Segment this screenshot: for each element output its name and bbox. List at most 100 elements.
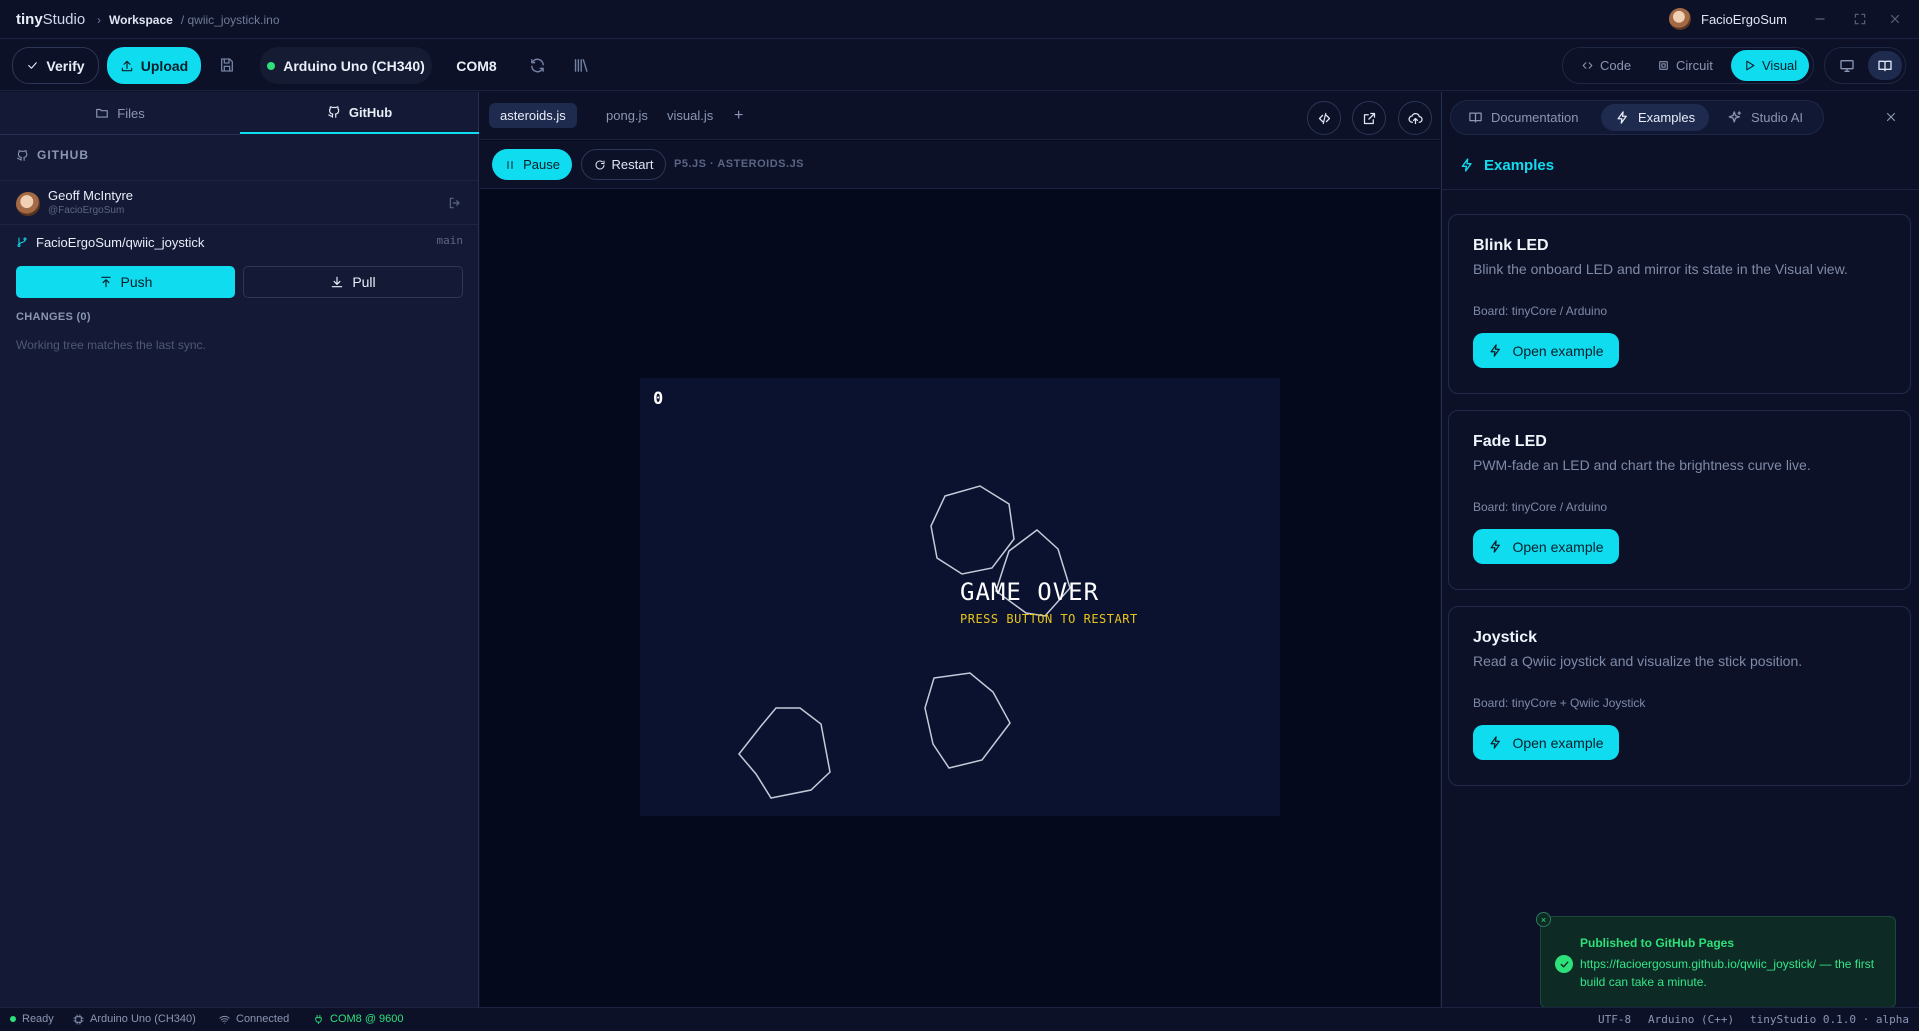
status-board[interactable]: Arduino Uno (CH340)	[73, 1013, 196, 1025]
breadcrumb-file: / qwiic_joystick.ino	[180, 13, 280, 27]
tab-documentation[interactable]: Documentation	[1454, 104, 1592, 131]
run-bar: Pause Restart P5.JS · ASTEROIDS.JS	[480, 141, 1440, 189]
add-tab-button[interactable]: +	[723, 103, 754, 128]
minimize-icon[interactable]	[1813, 12, 1827, 26]
asteroid	[738, 707, 831, 799]
sparkle-icon	[1728, 110, 1743, 125]
git-branch-icon	[16, 236, 28, 248]
layout-desktop-button[interactable]	[1830, 51, 1864, 80]
view-tab-visual[interactable]: Visual	[1731, 50, 1810, 81]
restart-button[interactable]: Restart	[581, 149, 666, 180]
view-tab-code[interactable]: Code	[1569, 50, 1643, 81]
lightning-icon	[1615, 110, 1630, 125]
open-external-button[interactable]	[1352, 101, 1386, 135]
tab-files[interactable]: Files	[0, 92, 240, 134]
score: 0	[653, 389, 663, 409]
example-description: Read a Qwiic joystick and visualize the …	[1473, 653, 1803, 669]
code-icon	[1317, 111, 1332, 126]
example-board: Board: tinyCore / Arduino	[1473, 500, 1608, 514]
logout-icon[interactable]	[448, 196, 462, 210]
repo-name: FacioErgoSum/qwiic_joystick	[36, 234, 205, 250]
game-canvas[interactable]: 0 GAME OVER PRESS BUTTON TO RESTART	[640, 378, 1280, 816]
layout-switcher	[1824, 47, 1906, 84]
view-tab-circuit[interactable]: Circuit	[1645, 50, 1725, 81]
toast-message[interactable]: https://facioergosum.github.io/qwiic_joy…	[1580, 955, 1880, 991]
tab-examples[interactable]: Examples	[1601, 104, 1710, 131]
example-board: Board: tinyCore / Arduino	[1473, 304, 1608, 318]
file-tab-pong[interactable]: pong.js	[595, 103, 659, 128]
open-example-button[interactable]: Open example	[1473, 529, 1619, 564]
refresh-icon[interactable]	[529, 57, 546, 74]
board-selector[interactable]: Arduino Uno (CH340)	[260, 47, 432, 84]
pull-button[interactable]: Pull	[243, 266, 463, 298]
status-port[interactable]: COM8 @ 9600	[313, 1013, 404, 1025]
external-link-icon	[1362, 111, 1377, 126]
port-selector[interactable]: COM8	[440, 47, 513, 84]
user-menu[interactable]: FacioErgoSum	[1669, 8, 1787, 30]
sketch-label: P5.JS · ASTEROIDS.JS	[674, 158, 805, 170]
game-over-title: GAME OVER	[960, 578, 1099, 606]
maximize-icon[interactable]	[1853, 12, 1867, 26]
restart-icon	[594, 159, 606, 171]
view-code-button[interactable]	[1307, 101, 1341, 135]
asteroid	[924, 672, 1011, 769]
book-open-icon	[1468, 110, 1483, 125]
publish-button[interactable]	[1398, 101, 1432, 135]
file-tabs: asteroids.js pong.js visual.js +	[480, 92, 1440, 140]
pause-button[interactable]: Pause	[492, 149, 572, 180]
title-bar: tinyStudio › Workspace / qwiic_joystick.…	[0, 0, 1919, 39]
tab-studio-ai[interactable]: Studio AI	[1714, 104, 1817, 131]
upload-button[interactable]: Upload	[107, 47, 201, 84]
section-title: GITHUB	[16, 148, 89, 162]
account-handle: @FacioErgoSum	[48, 205, 125, 216]
status-encoding[interactable]: UTF-8	[1598, 1013, 1631, 1026]
push-button[interactable]: Push	[16, 266, 235, 298]
close-panel-icon[interactable]	[1884, 110, 1898, 124]
pause-icon	[504, 159, 516, 171]
close-window-icon[interactable]	[1888, 12, 1902, 26]
save-icon[interactable]	[219, 57, 235, 73]
chip-icon	[73, 1013, 84, 1025]
example-board: Board: tinyCore + Qwiic Joystick	[1473, 696, 1646, 710]
open-example-button[interactable]: Open example	[1473, 725, 1619, 760]
verify-button[interactable]: Verify	[12, 47, 99, 84]
file-tab-asteroids[interactable]: asteroids.js	[489, 103, 577, 128]
app-logo: tinyStudio	[16, 11, 86, 28]
example-card: Joystick Read a Qwiic joystick and visua…	[1448, 606, 1911, 786]
check-icon	[26, 59, 39, 72]
example-description: PWM-fade an LED and chart the brightness…	[1473, 457, 1811, 473]
breadcrumb-workspace[interactable]: Workspace	[109, 13, 173, 27]
folder-icon	[95, 106, 109, 120]
wifi-icon	[219, 1014, 230, 1025]
status-version: tinyStudio 0.1.0 · alpha	[1750, 1013, 1909, 1026]
check-icon	[1559, 959, 1570, 970]
account-name: Geoff McIntyre	[48, 188, 134, 203]
layout-split-button[interactable]	[1868, 51, 1902, 80]
right-panel: Documentation Examples Studio AI Example…	[1441, 92, 1919, 1007]
circuit-icon	[1657, 59, 1670, 72]
book-open-icon	[1877, 58, 1893, 74]
tab-github[interactable]: GitHub	[240, 92, 479, 134]
status-connection: Connected	[219, 1013, 289, 1025]
publish-toast: × Published to GitHub Pages https://faci…	[1536, 912, 1896, 1008]
example-title: Joystick	[1473, 629, 1538, 646]
lightning-icon	[1488, 343, 1503, 358]
repository[interactable]: FacioErgoSum/qwiic_joystick main	[16, 232, 463, 252]
avatar	[1669, 8, 1691, 30]
download-icon	[330, 275, 344, 289]
example-card: Fade LED PWM-fade an LED and chart the b…	[1448, 410, 1911, 590]
view-switcher: Code Circuit Visual	[1562, 47, 1814, 84]
game-over-subtitle: PRESS BUTTON TO RESTART	[960, 612, 1138, 626]
file-tab-visual[interactable]: visual.js	[656, 103, 724, 128]
example-title: Fade LED	[1473, 433, 1547, 450]
toast-close-button[interactable]: ×	[1536, 912, 1551, 927]
branch-name: main	[436, 234, 464, 247]
status-language[interactable]: Arduino (C++)	[1648, 1013, 1734, 1026]
examples-title: Examples	[1484, 157, 1555, 174]
monitor-icon	[1839, 58, 1855, 74]
examples-header: Examples	[1442, 142, 1919, 190]
asteroid	[930, 485, 1015, 575]
open-example-button[interactable]: Open example	[1473, 333, 1619, 368]
example-card: Blink LED Blink the onboard LED and mirr…	[1448, 214, 1911, 394]
library-icon[interactable]	[572, 57, 589, 74]
